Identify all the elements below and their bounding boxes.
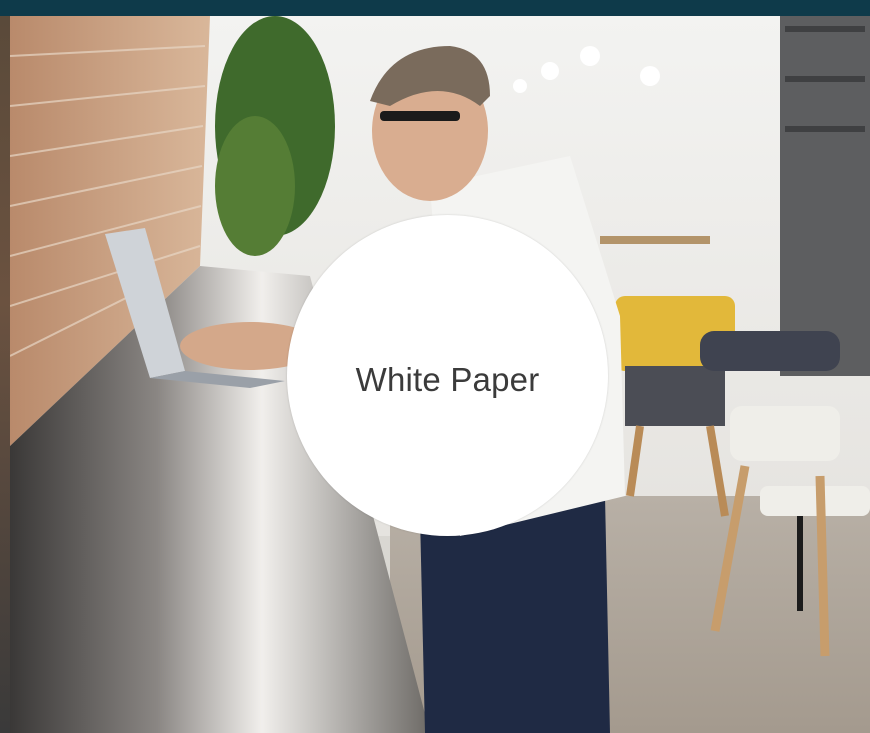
- badge-label: White Paper: [355, 360, 540, 398]
- card-left-edge: [0, 16, 10, 733]
- content-type-badge[interactable]: White Paper: [287, 215, 608, 536]
- white-paper-card[interactable]: White Paper: [0, 0, 870, 733]
- card-top-bar: [0, 0, 870, 16]
